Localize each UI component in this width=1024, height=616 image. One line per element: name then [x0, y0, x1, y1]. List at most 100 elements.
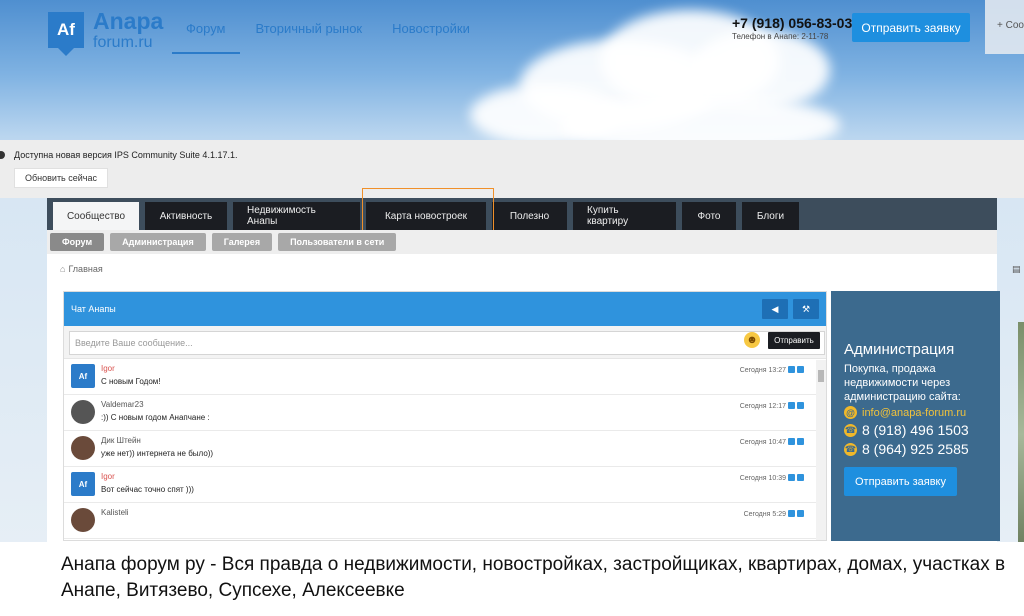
subtab-gallery[interactable]: Галерея [211, 233, 273, 251]
subtab-admin[interactable]: Администрация [110, 233, 206, 251]
site-header: Af Anapa forum.ru Форум Вторичный рынок … [0, 0, 1024, 140]
chat-message: Kalisteli Сегодня 5:29 [64, 503, 826, 539]
edit-icon[interactable] [788, 402, 795, 409]
avatar[interactable] [71, 400, 95, 424]
nav-forum[interactable]: Форум [172, 0, 240, 54]
update-notice: Доступна новая версия IPS Community Suit… [0, 140, 1024, 198]
admin-title: Администрация [844, 341, 955, 358]
tab-blogs[interactable]: Блоги [742, 202, 799, 230]
chat-send-button[interactable]: Отправить [768, 332, 820, 349]
message-time-text: Сегодня 12:17 [739, 403, 786, 410]
chat-scrollbar[interactable] [816, 360, 826, 540]
home-icon: ⌂ [60, 264, 66, 274]
message-user[interactable]: Igor [101, 472, 115, 481]
message-user[interactable]: Дик Штейн [101, 436, 141, 445]
admin-phone1[interactable]: 8 (918) 496 1503 [862, 422, 969, 438]
message-text: С новым Годом! [101, 377, 161, 386]
subtab-forum[interactable]: Форум [50, 233, 105, 251]
admin-phone2-line: ☎ 8 (964) 925 2585 [844, 441, 969, 457]
main-tabs: Сообщество Активность Недвижимость Анапы… [47, 198, 997, 230]
chat-message: Af Igor С новым Годом! Сегодня 13:27 [64, 359, 826, 395]
chat-message: Дик Штейн уже нет)) интернета не было)) Се… [64, 431, 826, 467]
site-logo[interactable]: Af Anapa forum.ru [48, 7, 164, 56]
edit-icon[interactable] [788, 366, 795, 373]
admin-box: Администрация Покупка, продажа недвижимо… [831, 291, 1000, 541]
admin-email[interactable]: info@anapa-forum.ru [862, 407, 966, 419]
delete-icon[interactable] [797, 366, 804, 373]
logo-mark: Af [48, 12, 84, 56]
logo-line2: forum.ru [93, 33, 153, 51]
info-icon [0, 151, 5, 159]
message-user[interactable]: Kalisteli [101, 508, 129, 517]
message-time: Сегодня 13:27 [740, 366, 804, 374]
update-now-button[interactable]: Обновить сейчас [14, 168, 108, 188]
message-time-text: Сегодня 10:47 [739, 439, 786, 446]
subtab-online-users[interactable]: Пользователи в сети [278, 233, 397, 251]
chat-messages: Af Igor С новым Годом! Сегодня 13:27 Valdema… [64, 359, 826, 539]
scroll-thumb[interactable] [818, 370, 824, 382]
phone-icon: ☎ [844, 423, 857, 437]
chat-input[interactable]: Введите Ваше сообщение... [69, 331, 825, 355]
delete-icon[interactable] [797, 402, 804, 409]
chat-widget: Чат Анапы ◀ ⚒ Введите Ваше сообщение... … [63, 291, 827, 541]
emoji-icon[interactable]: ☻ [744, 332, 760, 348]
tab-anapa-realty[interactable]: Недвижимость Анапы [233, 202, 360, 230]
phone-icon: ☎ [844, 442, 857, 456]
delete-icon[interactable] [797, 474, 804, 481]
page-caption: Анапа форум ру - Вся правда о недвижимос… [61, 554, 1006, 601]
admin-desc: Покупка, продажа недвижимости через адми… [844, 363, 961, 403]
message-time-text: Сегодня 5:29 [743, 511, 786, 518]
message-time: Сегодня 5:29 [744, 510, 804, 518]
chat-settings-icon[interactable]: ⚒ [793, 299, 819, 319]
tab-activity[interactable]: Активность [145, 202, 227, 230]
side-photo [1018, 322, 1024, 547]
edit-icon[interactable] [788, 438, 795, 445]
message-time: Сегодня 12:17 [740, 402, 804, 410]
message-text: :)) С новым годом Анапчане : [101, 413, 210, 422]
avatar[interactable]: Af [71, 472, 95, 496]
chat-message: Af Igor Вот сейчас точно спят ))) Сегодня 1… [64, 467, 826, 503]
admin-phone2[interactable]: 8 (964) 925 2585 [862, 441, 969, 457]
header-apply-button[interactable]: Отправить заявку [852, 13, 970, 42]
message-user[interactable]: Igor [101, 364, 115, 373]
message-time: Сегодня 10:39 [740, 474, 804, 482]
create-button[interactable]: + Соо [985, 0, 1024, 54]
admin-apply-button[interactable]: Отправить заявку [844, 467, 957, 496]
phone-number[interactable]: +7 (918) 056-83-03 [732, 15, 852, 31]
logo-line1: Anapa [93, 7, 164, 34]
edit-icon[interactable] [788, 510, 795, 517]
nav-new-buildings[interactable]: Новостройки [378, 0, 484, 54]
top-nav: Форум Вторичный рынок Новостройки [172, 0, 486, 54]
admin-phone1-line: ☎ 8 (918) 496 1503 [844, 422, 969, 438]
tab-photo[interactable]: Фото [682, 202, 736, 230]
tab-buy-apartment[interactable]: Купить квартиру [573, 202, 676, 230]
chat-header: Чат Анапы ◀ ⚒ [64, 292, 826, 326]
avatar[interactable] [71, 436, 95, 460]
nav-secondary-market[interactable]: Вторичный рынок [242, 0, 377, 54]
delete-icon[interactable] [797, 510, 804, 517]
caption-area: Анапа форум ру - Вся правда о недвижимос… [0, 542, 1024, 616]
update-text: Доступна новая версия IPS Community Suit… [14, 150, 238, 160]
chat-message: Valdemar23 :)) С новым годом Анапчане : Се… [64, 395, 826, 431]
avatar[interactable] [71, 508, 95, 532]
avatar[interactable]: Af [71, 364, 95, 388]
chat-collapse-icon[interactable]: ◀ [762, 299, 788, 319]
feed-icon[interactable]: ▤ [1012, 264, 1021, 275]
sub-tabs: Форум Администрация Галерея Пользователи… [47, 230, 997, 254]
edit-icon[interactable] [788, 474, 795, 481]
message-text: Вот сейчас точно спят ))) [101, 485, 194, 494]
message-time: Сегодня 10:47 [740, 438, 804, 446]
message-time-text: Сегодня 10:39 [739, 475, 786, 482]
email-icon: @ [844, 406, 857, 419]
tab-useful[interactable]: Полезно [492, 202, 567, 230]
chat-title: Чат Анапы [71, 304, 116, 314]
message-text: уже нет)) интернета не было)) [101, 449, 214, 458]
chat-input-row: Введите Ваше сообщение... ☻ Отправить [64, 326, 826, 359]
breadcrumb-home[interactable]: Главная [68, 264, 102, 274]
contact-phone: +7 (918) 056-83-03 Телефон в Анапе: 2-11… [732, 15, 852, 41]
phone-note: Телефон в Анапе: 2-11-78 [732, 32, 829, 41]
admin-email-line: @ info@anapa-forum.ru [844, 406, 966, 419]
message-user[interactable]: Valdemar23 [101, 400, 144, 409]
delete-icon[interactable] [797, 438, 804, 445]
tab-community[interactable]: Сообщество [53, 202, 139, 230]
